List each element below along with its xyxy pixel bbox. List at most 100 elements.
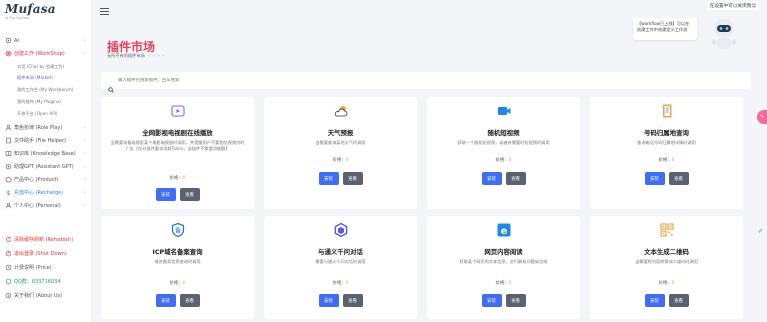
plugin-card: 文本生成二维码 当需要将内容转换成二维码时调用 价格：0 安装 查看 [590,216,743,319]
install-button[interactable]: 安装 [644,294,665,307]
logo[interactable]: Mufasa AI Pro System [5,2,56,20]
view-button[interactable]: 查看 [505,294,526,307]
price-label: 价格： [658,281,672,286]
view-button[interactable]: 查看 [668,294,689,307]
plugin-title: 与通义千问对话 [318,248,363,256]
floating-pin-icon[interactable]: ✐ [758,228,763,235]
svg-text:$: $ [6,190,10,196]
plugin-description: 获取一个随机短视频，或者有需要时短视频时调用 [457,140,550,145]
sidebar-item-recharge[interactable]: $ 充值中心 (Recharge) › [0,189,92,197]
plugin-actions: 安装 查看 [264,172,417,185]
plugin-title: 全网影视电视剧在线播放 [142,129,213,137]
sidebar-subitem-open-api[interactable]: 开放平台 (Open API) [17,111,58,117]
price-label: 价格： [169,176,183,181]
product-icon [5,176,12,183]
search-bar[interactable] [101,72,751,93]
plugin-title: 号码归属地查询 [644,129,689,137]
shield-icon: 备 [101,222,254,238]
weather-icon [264,103,417,119]
plugin-card: e 网页内容阅读 获取某个网页的文本信息，进行解析问题或总结 价格：0 安装 查… [427,216,580,319]
chevron-down-icon: › [84,50,86,57]
price-value: 0 [182,176,186,181]
sidebar-item-label: 计费说明 (Price) [14,265,52,271]
plugin-card: 天气预报 当需要查询某地天气时调用 价格：0 安装 查看 [264,97,417,209]
sidebar-item-product[interactable]: 产品中心 (Product) › [0,176,92,183]
plugin-actions: 安装 查看 [101,188,254,201]
sidebar-item-personal[interactable]: 个人中心 (Personal) › [0,202,92,209]
view-button[interactable]: 查看 [342,294,363,307]
info-icon [5,292,12,299]
install-button[interactable]: 安装 [318,172,339,185]
price-value: 0 [345,158,349,163]
view-button[interactable]: 查看 [179,188,200,201]
assistant-bubble[interactable]: 【workflow已上线】可以在 创建工作中创建定义工作流 [633,18,697,40]
chevron-right-icon: › [84,124,86,131]
install-button[interactable]: 安装 [155,188,176,201]
view-button[interactable]: 查看 [668,172,689,185]
chevron-right-icon: › [84,37,86,44]
plugin-price: 价格：0 [101,280,254,286]
plugin-description: 当需要观看或搜索某个电影电视剧时调用，并提醒用户不要相信视频内的广告【仅对插件要… [110,140,245,152]
page-subtitle-dots: ⚬⚬⚬⚬ [147,53,166,58]
sidebar-item-label: 产品中心 (Product) [14,177,59,183]
plugin-description: 域名备案信息查询时调用 [154,259,201,264]
refresh-icon [5,236,12,243]
plugin-title: 随机短视频 [487,129,520,137]
sidebar-item-refurbish[interactable]: 清除缓存刷新 (Refurbish) [0,236,92,243]
install-button[interactable]: 安装 [155,294,176,307]
plugin-card: 号码归属地查询 查询电话号码归属地详情时调用 价格：0 安装 查看 [590,97,743,209]
plugin-title: 文本生成二维码 [644,248,689,256]
ai-chat-icon [264,222,417,238]
person-icon [5,202,12,209]
sidebar-item-knowledge-base[interactable]: 知识库 (Knowledge Base) › [0,150,92,157]
view-button[interactable]: 查看 [342,172,363,185]
plugin-description: 当需要将内容转换成二维码时调用 [635,259,698,264]
sidebar-item-label: 助理GPT (Assistant GPT) [14,164,74,170]
sidebar-subitem-my-plugins[interactable]: 我的插件 (My Plugins) [17,99,61,105]
floating-tool-tab[interactable]: ✎ [757,110,767,124]
plugin-description: 当需要查询某地天气时调用 [315,140,366,145]
search-input[interactable] [118,78,718,83]
sidebar-item-assistant-gpt[interactable]: 助理GPT (Assistant GPT) › [0,163,92,170]
sidebar-item-qq-group[interactable]: QQ群：833716034 [0,278,92,285]
sidebar-item-about[interactable]: 关于我们 (About Us) [0,292,92,299]
plugin-actions: 安装 查看 [264,294,417,307]
sidebar-item-label: 关于我们 (About Us) [14,293,63,299]
view-button[interactable]: 查看 [505,172,526,185]
logo-title: Mufasa [5,2,56,16]
sidebar-item-price[interactable]: 计费说明 (Price) [0,264,92,271]
chevron-right-icon: › [84,163,86,170]
install-button[interactable]: 安装 [318,294,339,307]
price-label: 价格： [169,281,183,286]
plugin-card: 备 ICP域名备案查询 域名备案信息查询时调用 价格：0 安装 查看 [101,216,254,319]
sidebar-item-label: 充值中心 (Recharge) [14,190,64,196]
sidebar-subitem-chat[interactable]: 对话 (Chat by 创建工作) [17,64,64,70]
plugin-actions: 安装 查看 [590,172,743,185]
plugin-title: ICP域名备案查询 [152,248,203,256]
plugin-price: 价格：0 [427,280,580,286]
install-button[interactable]: 安装 [481,294,502,307]
sidebar-item-label: AI [14,37,19,44]
phone-book-icon [590,103,743,119]
plugin-description: 查询电话号码归属地详情时调用 [637,140,696,145]
sidebar-item-ai[interactable]: AI › [0,37,92,44]
file-icon [5,137,12,144]
plugin-card: 全网影视电视剧在线播放 当需要观看或搜索某个电影电视剧时调用，并提醒用户不要相信… [101,97,254,209]
sidebar-subitem-market[interactable]: 插件市场 (Market) [17,75,53,81]
chevron-right-icon: › [84,150,86,157]
view-button[interactable]: 查看 [179,294,200,307]
page-subtitle: 无所不有的插件市场 ⚬⚬⚬⚬ [107,53,166,59]
install-button[interactable]: 安装 [644,172,665,185]
sidebar-item-shut-down[interactable]: 退出登录 (Shut Down) [0,250,92,257]
chevron-right-icon: › [84,189,86,196]
plugin-card: 随机短视频 获取一个随机短视频，或者有需要时短视频时调用 价格：0 安装 查看 [427,97,580,209]
sidebar-item-workshop[interactable]: 创建工作 (WorkShop) › [0,50,92,57]
menu-toggle-icon[interactable] [100,8,109,15]
sidebar-subitem-workbench[interactable]: 我的工作台 (My Workbench) [17,87,73,93]
sidebar-item-file-helper[interactable]: 文件助手 (File Helper) › [0,137,92,144]
install-button[interactable]: 安装 [481,172,502,185]
sidebar-item-role-play[interactable]: 角色扮演 (Role Play) › [0,124,92,131]
robot-assistant-icon[interactable] [706,14,742,52]
plugin-price: 价格：0 [101,175,254,181]
notice-text: 在设置中可以关闭我😊 [706,2,759,10]
